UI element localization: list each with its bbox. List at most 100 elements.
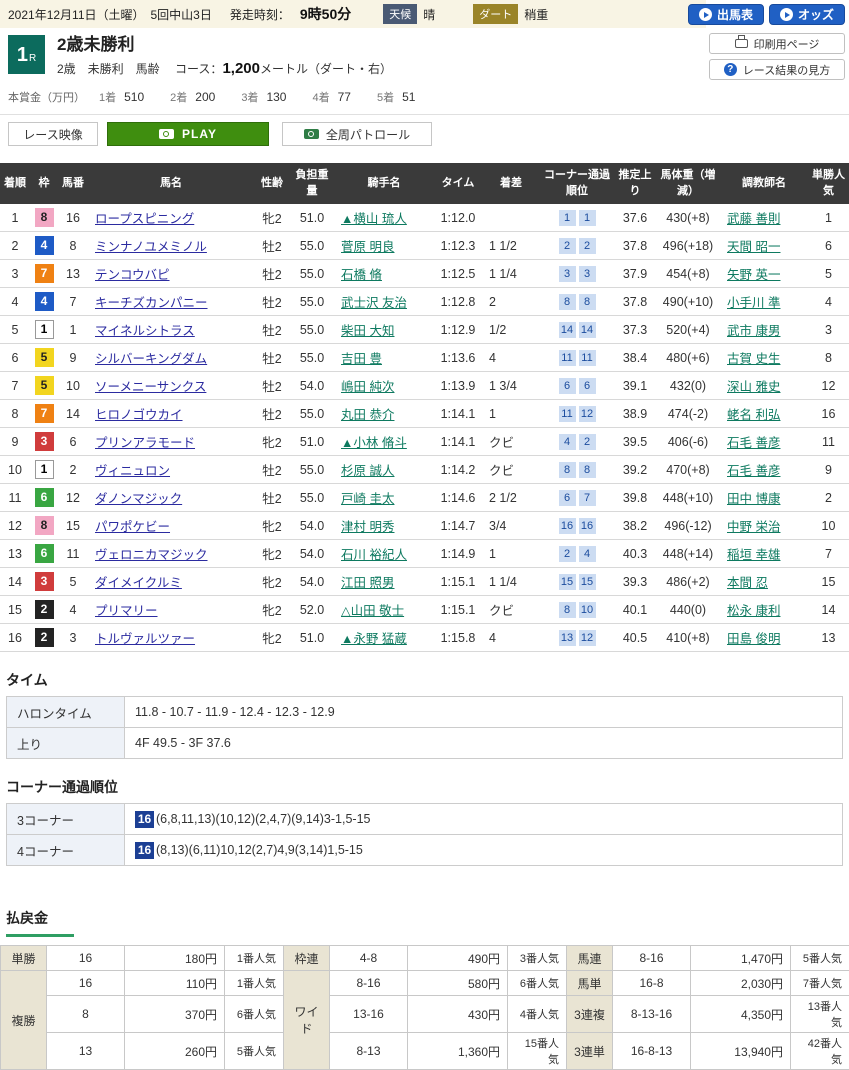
trainer-link[interactable]: 石毛 善彦 (727, 436, 780, 450)
cell-horse-name: ダノンマジック (88, 484, 254, 512)
jockey-link[interactable]: 丸田 恭介 (341, 408, 394, 422)
col-trainer: 調教師名 (720, 163, 808, 204)
corner-4-order: (8,13)(6,11)10,12(2,7)4,9(3,14)1,5-15 (156, 842, 363, 856)
jockey-link[interactable]: ▲横山 琉人 (341, 212, 407, 226)
horse-link[interactable]: ヒロノゴウカイ (95, 408, 183, 422)
horse-link[interactable]: プリンアラモード (95, 436, 195, 450)
odds-button[interactable]: オッズ (769, 4, 845, 25)
col-sex-age: 性齢 (254, 163, 290, 204)
jockey-link[interactable]: 吉田 豊 (341, 352, 382, 366)
cell-jockey: 菅原 明良 (334, 232, 434, 260)
jockey-link[interactable]: 菅原 明良 (341, 240, 394, 254)
jockey-link[interactable]: △山田 敬士 (341, 604, 404, 618)
jockey-link[interactable]: 江田 照男 (341, 576, 394, 590)
trainer-link[interactable]: 石毛 善彦 (727, 464, 780, 478)
trainer-link[interactable]: 田中 博康 (727, 492, 780, 506)
trainer-link[interactable]: 小手川 準 (727, 296, 780, 310)
trainer-link[interactable]: 本間 忍 (727, 576, 768, 590)
cell-win-favorite: 13 (808, 624, 849, 652)
horse-link[interactable]: シルバーキングダム (95, 352, 207, 366)
cell-margin: 4 (482, 344, 540, 372)
trainer-link[interactable]: 武藤 善則 (727, 212, 780, 226)
cell-sex-age: 牡2 (254, 400, 290, 428)
col-horse-name: 馬名 (88, 163, 254, 204)
horse-link[interactable]: トルヴァルツァー (95, 632, 195, 646)
print-button-label: 印刷用ページ (754, 36, 820, 52)
cell-win-favorite: 11 (808, 428, 849, 456)
jockey-link[interactable]: 石川 裕紀人 (341, 548, 407, 562)
race-video-button[interactable]: レース映像 (8, 122, 98, 146)
race-title: 2歳未勝利 (57, 35, 392, 55)
cell-horse-weight: 520(+4) (656, 316, 720, 344)
horse-link[interactable]: パワポケビー (95, 520, 170, 534)
horse-link[interactable]: ミンナノユメミノル (95, 240, 207, 254)
trainer-link[interactable]: 武市 康男 (727, 324, 780, 338)
trainer-link[interactable]: 深山 雅史 (727, 380, 780, 394)
horse-link[interactable]: ヴィニュロン (95, 464, 170, 478)
jockey-link[interactable]: 柴田 大知 (341, 324, 394, 338)
weather-value: 晴 (417, 4, 441, 25)
result-row: 15 2 4 プリマリー 牝2 52.0 △山田 敬士 1:15.1 クビ 81… (0, 596, 849, 624)
horse-link[interactable]: ダイメイクルミ (95, 576, 182, 590)
bracket-badge: 1 (35, 460, 54, 479)
trainer-link[interactable]: 蛯名 利弘 (727, 408, 780, 422)
jockey-link[interactable]: 石橋 脩 (341, 268, 382, 282)
closing-time-value: 4F 49.5 - 3F 37.6 (125, 728, 843, 759)
jockey-link[interactable]: 嶋田 純次 (341, 380, 394, 394)
horse-link[interactable]: ヴェロニカマジック (95, 548, 208, 562)
race-condition-text: 2歳 未勝利 馬齢 (57, 62, 160, 76)
cell-corner-order: 22 (540, 232, 614, 260)
corner-chip: 4 (559, 434, 576, 450)
jockey-link[interactable]: 戸崎 圭太 (341, 492, 394, 506)
cell-horse-number: 13 (58, 260, 88, 288)
trainer-link[interactable]: 田島 俊明 (727, 632, 780, 646)
entries-button[interactable]: 出馬表 (688, 4, 764, 25)
jockey-link[interactable]: 武士沢 友治 (341, 296, 407, 310)
cell-horse-weight: 454(+8) (656, 260, 720, 288)
jockey-link[interactable]: ▲永野 猛蔵 (341, 632, 407, 646)
play-button[interactable]: PLAY (107, 122, 269, 146)
patrol-button-label: 全周パトロール (326, 126, 410, 143)
bracket-badge: 6 (35, 544, 54, 563)
bracket-badge: 4 (35, 236, 54, 255)
horse-link[interactable]: テンコウバピ (95, 268, 170, 282)
bracket-badge: 7 (35, 264, 54, 283)
trainer-link[interactable]: 天間 昭一 (727, 240, 780, 254)
col-margin: 着差 (482, 163, 540, 204)
trainer-link[interactable]: 松永 康利 (727, 604, 780, 618)
payout-type-trifecta: 3連単 (567, 1033, 613, 1070)
trainer-link[interactable]: 矢野 英一 (727, 268, 780, 282)
patrol-video-button[interactable]: 全周パトロール (282, 122, 432, 146)
horse-link[interactable]: マイネルシトラス (95, 324, 195, 338)
jockey-link[interactable]: ▲小林 脩斗 (341, 436, 407, 450)
trainer-link[interactable]: 稲垣 幸雄 (727, 548, 780, 562)
help-button-label: レース結果の見方 (743, 62, 830, 78)
cell-bracket: 1 (30, 316, 58, 344)
trainer-link[interactable]: 中野 栄治 (727, 520, 780, 534)
result-help-button[interactable]: ? レース結果の見方 (709, 59, 845, 80)
cell-last-3f: 39.2 (614, 456, 656, 484)
jockey-link[interactable]: 杉原 誠人 (341, 464, 394, 478)
trainer-link[interactable]: 古賀 史生 (727, 352, 780, 366)
cell-carried-weight: 55.0 (290, 456, 334, 484)
cell-finish-position: 10 (0, 456, 30, 484)
cell-trainer: 古賀 史生 (720, 344, 808, 372)
horse-link[interactable]: ロープスピニング (95, 212, 194, 226)
cell-last-3f: 40.1 (614, 596, 656, 624)
cell-finish-position: 8 (0, 400, 30, 428)
exacta-combo: 16-8 (613, 971, 691, 996)
cell-horse-number: 4 (58, 596, 88, 624)
corner-chip: 6 (559, 378, 576, 394)
horse-link[interactable]: ソーメニーサンクス (95, 380, 206, 394)
cell-time: 1:14.1 (434, 400, 482, 428)
horse-link[interactable]: ダノンマジック (95, 492, 182, 506)
jockey-link[interactable]: 津村 明秀 (341, 520, 394, 534)
trifecta-amount: 13,940円 (691, 1033, 791, 1070)
print-page-button[interactable]: 印刷用ページ (709, 33, 845, 54)
horse-link[interactable]: キーチズカンパニー (95, 296, 208, 310)
cell-win-favorite: 12 (808, 372, 849, 400)
cell-time: 1:15.1 (434, 596, 482, 624)
closing-time-row: 上り 4F 49.5 - 3F 37.6 (7, 728, 843, 759)
cell-last-3f: 37.6 (614, 204, 656, 232)
horse-link[interactable]: プリマリー (95, 604, 158, 618)
